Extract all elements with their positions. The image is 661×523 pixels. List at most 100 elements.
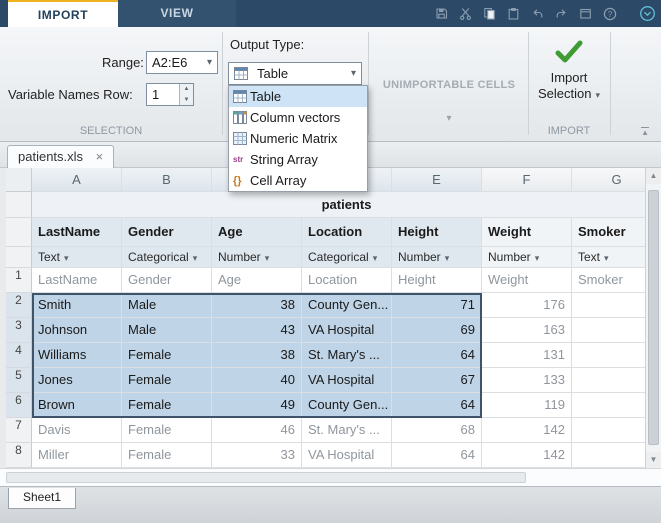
tab-view[interactable]: VIEW (118, 0, 236, 27)
cell-F4[interactable]: 131 (482, 343, 572, 368)
cell-A8[interactable]: Miller (32, 443, 122, 468)
variable-type-gender[interactable]: Categorical ▾ (122, 247, 212, 268)
cell-B4[interactable]: Female (122, 343, 212, 368)
cell-E1[interactable]: Height (392, 268, 482, 293)
variable-type-location[interactable]: Categorical ▾ (302, 247, 392, 268)
cell-F2[interactable]: 176 (482, 293, 572, 318)
unimportable-cells-chevron-icon[interactable]: ▾ (372, 113, 526, 124)
cell-E3[interactable]: 69 (392, 318, 482, 343)
import-selection-button[interactable]: Import Selection ▾ (536, 39, 602, 103)
cell-F6[interactable]: 119 (482, 393, 572, 418)
cell-A5[interactable]: Jones (32, 368, 122, 393)
paste-icon[interactable] (507, 7, 520, 20)
cell-D4[interactable]: St. Mary's ... (302, 343, 392, 368)
menu-item-numeric-matrix[interactable]: Numeric Matrix (229, 128, 367, 149)
menu-item-string-array[interactable]: str String Array (229, 149, 367, 170)
chevron-down-icon[interactable]: ▾ (202, 57, 212, 68)
document-tab-patients[interactable]: patients.xls × (7, 145, 115, 168)
copy-icon[interactable] (483, 7, 496, 20)
variable-name-weight[interactable]: Weight (482, 218, 572, 247)
spinner-down-icon[interactable]: ▼ (180, 94, 193, 105)
row-header-3[interactable]: 3 (6, 318, 32, 343)
cell-E2[interactable]: 71 (392, 293, 482, 318)
cell-A6[interactable]: Brown (32, 393, 122, 418)
cell-F1[interactable]: Weight (482, 268, 572, 293)
cell-A4[interactable]: Williams (32, 343, 122, 368)
cell-B7[interactable]: Female (122, 418, 212, 443)
variable-type-age[interactable]: Number ▾ (212, 247, 302, 268)
cell-D1[interactable]: Location (302, 268, 392, 293)
row-header-6[interactable]: 6 (6, 393, 32, 418)
variable-type-height[interactable]: Number ▾ (392, 247, 482, 268)
variable-names-row-spinner[interactable]: 1 ▲ ▼ (146, 83, 194, 106)
spinner-up-icon[interactable]: ▲ (180, 84, 193, 95)
cell-E8[interactable]: 64 (392, 443, 482, 468)
save-icon[interactable] (435, 7, 448, 20)
variable-name-age[interactable]: Age (212, 218, 302, 247)
cell-C1[interactable]: Age (212, 268, 302, 293)
cell-C7[interactable]: 46 (212, 418, 302, 443)
variable-name-location[interactable]: Location (302, 218, 392, 247)
column-header-B[interactable]: B (122, 168, 212, 192)
cell-C8[interactable]: 33 (212, 443, 302, 468)
cell-C6[interactable]: 49 (212, 393, 302, 418)
cell-E7[interactable]: 68 (392, 418, 482, 443)
horizontal-scrollbar[interactable] (0, 468, 661, 486)
vertical-scrollbar-thumb[interactable] (648, 190, 659, 445)
menu-item-column-vectors[interactable]: Column vectors (229, 107, 367, 128)
row-header-8[interactable]: 8 (6, 443, 32, 468)
cell-F5[interactable]: 133 (482, 368, 572, 393)
variable-name-lastname[interactable]: LastName (32, 218, 122, 247)
cell-F8[interactable]: 142 (482, 443, 572, 468)
cell-B3[interactable]: Male (122, 318, 212, 343)
cell-A7[interactable]: Davis (32, 418, 122, 443)
row-header-7[interactable]: 7 (6, 418, 32, 443)
cut-icon[interactable] (459, 7, 472, 20)
cell-D7[interactable]: St. Mary's ... (302, 418, 392, 443)
scroll-up-icon[interactable]: ▲ (646, 168, 661, 184)
row-header-5[interactable]: 5 (6, 368, 32, 393)
cell-B2[interactable]: Male (122, 293, 212, 318)
column-header-E[interactable]: E (392, 168, 482, 192)
cell-C3[interactable]: 43 (212, 318, 302, 343)
cell-A3[interactable]: Johnson (32, 318, 122, 343)
column-header-F[interactable]: F (482, 168, 572, 192)
column-header-A[interactable]: A (32, 168, 122, 192)
vertical-scrollbar[interactable]: ▲ ▼ (645, 168, 661, 468)
variable-type-weight[interactable]: Number ▾ (482, 247, 572, 268)
cell-B1[interactable]: Gender (122, 268, 212, 293)
collapse-ribbon-button[interactable]: ▲ (641, 127, 649, 137)
variable-name-height[interactable]: Height (392, 218, 482, 247)
unimportable-cells-button[interactable]: UNIMPORTABLE CELLS (372, 79, 526, 91)
cell-D3[interactable]: VA Hospital (302, 318, 392, 343)
cell-D6[interactable]: County Gen... (302, 393, 392, 418)
cell-E6[interactable]: 64 (392, 393, 482, 418)
cell-B5[interactable]: Female (122, 368, 212, 393)
row-header-2[interactable]: 2 (6, 293, 32, 318)
close-icon[interactable]: × (96, 149, 104, 164)
toolstrip-pulldown-icon[interactable] (639, 5, 656, 22)
grid-corner[interactable] (6, 168, 32, 192)
help-icon[interactable]: ? (603, 7, 617, 21)
variable-name-gender[interactable]: Gender (122, 218, 212, 247)
cell-D5[interactable]: VA Hospital (302, 368, 392, 393)
dock-icon[interactable] (579, 7, 592, 20)
sheet-tab-sheet1[interactable]: Sheet1 (8, 488, 77, 509)
cell-B6[interactable]: Female (122, 393, 212, 418)
cell-D8[interactable]: VA Hospital (302, 443, 392, 468)
chevron-down-icon[interactable]: ▾ (346, 68, 356, 79)
cell-C4[interactable]: 38 (212, 343, 302, 368)
scroll-down-icon[interactable]: ▼ (646, 452, 661, 468)
redo-icon[interactable] (555, 7, 568, 20)
cell-C5[interactable]: 40 (212, 368, 302, 393)
output-type-combobox[interactable]: Table ▾ (228, 62, 362, 85)
cell-F3[interactable]: 163 (482, 318, 572, 343)
cell-C2[interactable]: 38 (212, 293, 302, 318)
cell-A2[interactable]: Smith (32, 293, 122, 318)
tab-import[interactable]: IMPORT (8, 0, 118, 27)
menu-item-cell-array[interactable]: {} Cell Array (229, 170, 367, 191)
cell-E5[interactable]: 67 (392, 368, 482, 393)
row-header-4[interactable]: 4 (6, 343, 32, 368)
cell-A1[interactable]: LastName (32, 268, 122, 293)
row-header-1[interactable]: 1 (6, 268, 32, 293)
